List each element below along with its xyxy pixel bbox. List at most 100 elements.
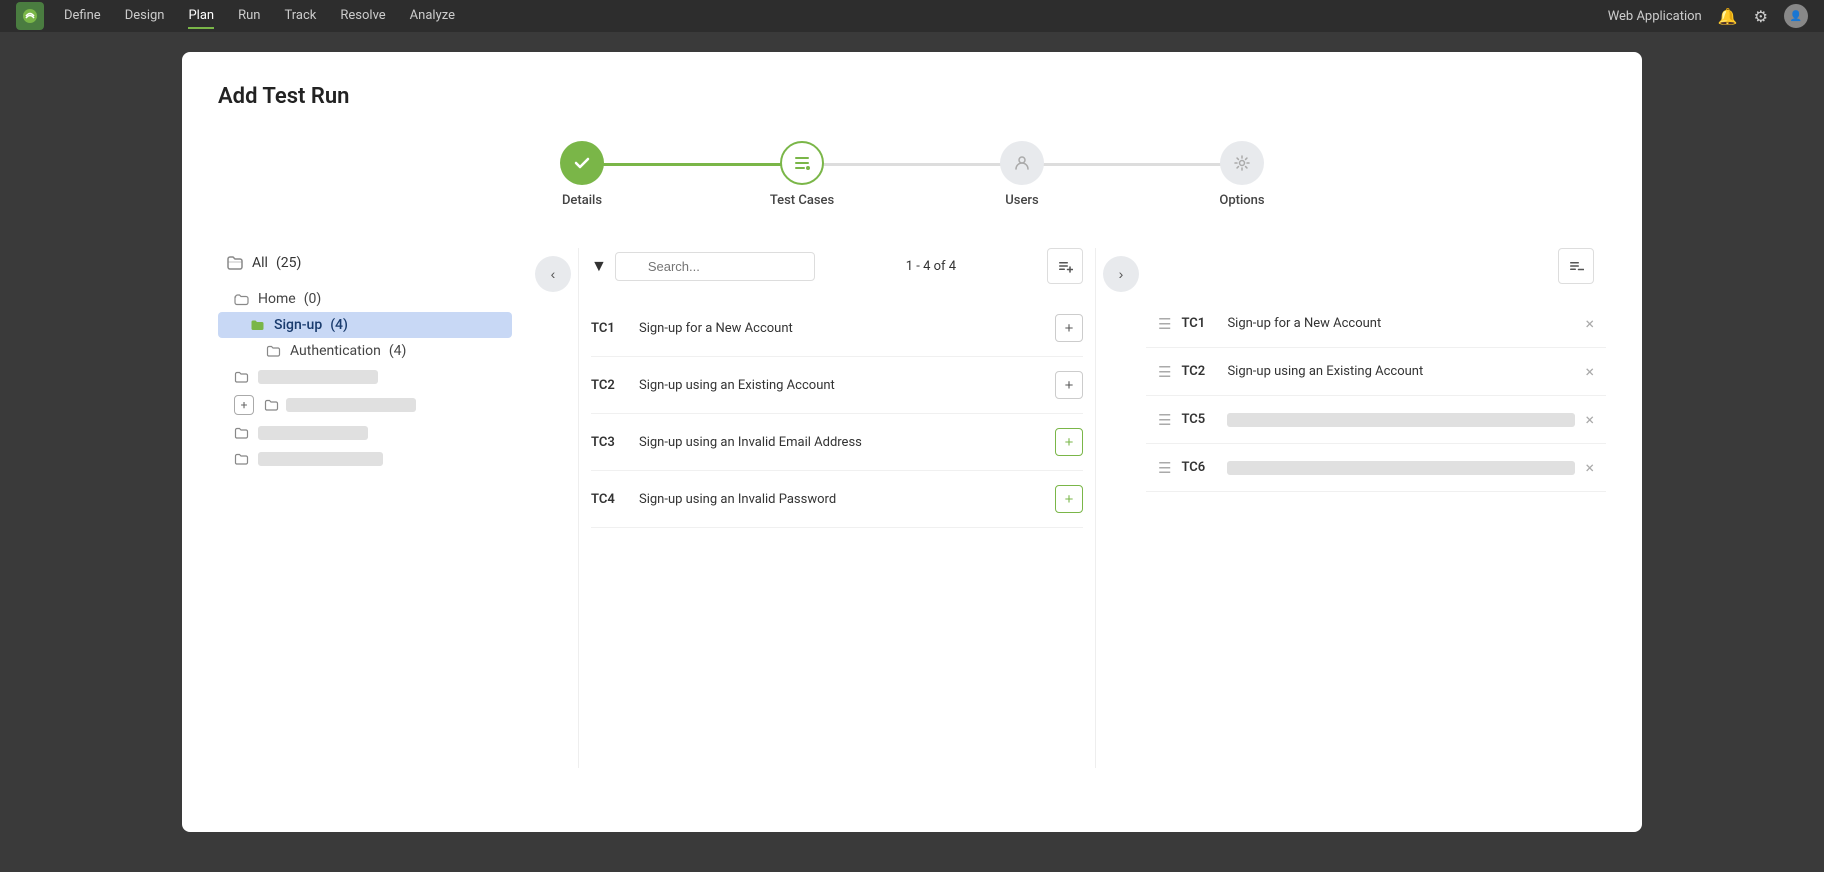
nav-right: Web Application 🔔 ⚙ 👤 xyxy=(1608,4,1808,28)
step-details-label: Details xyxy=(562,193,602,208)
settings-icon[interactable]: ⚙ xyxy=(1754,7,1768,26)
tc-row: TC4 Sign-up using an Invalid Password + xyxy=(591,471,1083,528)
nav-run[interactable]: Run xyxy=(238,4,260,29)
signup-folder-count: (4) xyxy=(330,317,348,333)
selected-row: ☰ TC2 Sign-up using an Existing Account … xyxy=(1146,348,1606,396)
app-logo[interactable] xyxy=(16,2,44,30)
folder-ph3-text xyxy=(258,426,368,440)
auth-folder-count: (4) xyxy=(389,343,407,359)
remove-tc6-button[interactable]: × xyxy=(1585,458,1594,477)
folder-tree-panel: All (25) Home (0) xyxy=(218,248,528,768)
step-test-cases-circle[interactable] xyxy=(780,141,824,185)
nav-arrows: ‹ xyxy=(528,248,578,768)
tc-row: TC3 Sign-up using an Invalid Email Addre… xyxy=(591,414,1083,471)
all-folders-item[interactable]: All (25) xyxy=(218,248,512,278)
nav-resolve[interactable]: Resolve xyxy=(340,4,385,29)
home-folder-count: (0) xyxy=(304,291,322,307)
folder-auth-icon xyxy=(266,343,282,359)
step-options-label: Options xyxy=(1219,193,1264,208)
selected-tc1-name: Sign-up for a New Account xyxy=(1227,316,1575,331)
step-options: Options xyxy=(1132,141,1352,208)
folder-icon xyxy=(226,254,244,272)
remove-tc2-button[interactable]: × xyxy=(1585,362,1594,381)
center-toolbar: ▼ 🔍 1 - 4 of 4 xyxy=(579,248,1095,300)
prev-arrow-button[interactable]: ‹ xyxy=(535,256,571,292)
content-area: All (25) Home (0) xyxy=(218,248,1606,768)
drag-handle-6[interactable]: ☰ xyxy=(1158,459,1171,477)
nav-define[interactable]: Define xyxy=(64,4,101,29)
selected-panel-header xyxy=(1146,248,1606,300)
folder-home-icon xyxy=(234,291,250,307)
selected-row: ☰ TC6 × xyxy=(1146,444,1606,492)
nav-analyze[interactable]: Analyze xyxy=(410,4,455,29)
home-folder-label: Home xyxy=(258,291,296,307)
tc4-id: TC4 xyxy=(591,492,627,507)
selected-panel: ☰ TC1 Sign-up for a New Account × ☰ TC2 … xyxy=(1146,248,1606,768)
folder-ph3-icon xyxy=(234,425,250,441)
add-all-icon xyxy=(1057,258,1073,274)
step-users: Users xyxy=(912,141,1132,208)
tc-row: TC1 Sign-up for a New Account + xyxy=(591,300,1083,357)
selected-row: ☰ TC5 × xyxy=(1146,396,1606,444)
selected-tc2-name: Sign-up using an Existing Account xyxy=(1227,364,1575,379)
drag-handle-5[interactable]: ☰ xyxy=(1158,411,1171,429)
tc4-add-button[interactable]: + xyxy=(1055,485,1083,513)
remove-all-button[interactable] xyxy=(1558,248,1594,284)
selected-row: ☰ TC1 Sign-up for a New Account × xyxy=(1146,300,1606,348)
dialog: Add Test Run Details xyxy=(182,52,1642,832)
remove-all-icon xyxy=(1568,258,1584,274)
signup-folder-item[interactable]: Sign-up (4) xyxy=(218,312,512,338)
search-input[interactable] xyxy=(615,252,815,281)
auth-folder-item[interactable]: Authentication (4) xyxy=(218,338,512,364)
step-details-circle[interactable] xyxy=(560,141,604,185)
home-folder-item[interactable]: Home (0) xyxy=(218,286,512,312)
dialog-title: Add Test Run xyxy=(218,84,1606,109)
drag-handle-2[interactable]: ☰ xyxy=(1158,363,1171,381)
selected-tc6-id: TC6 xyxy=(1181,460,1217,475)
folder-list: Home (0) Sign-up (4) xyxy=(218,286,512,472)
tc1-add-button[interactable]: + xyxy=(1055,314,1083,342)
nav-plan[interactable]: Plan xyxy=(188,4,214,29)
tc1-name: Sign-up for a New Account xyxy=(639,321,1043,336)
step-test-cases-label: Test Cases xyxy=(770,193,834,208)
selected-tc6-placeholder xyxy=(1227,461,1575,475)
placeholder-folder-1[interactable] xyxy=(218,364,512,390)
remove-tc1-button[interactable]: × xyxy=(1585,314,1594,333)
folder-ph2-text xyxy=(286,398,416,412)
step-options-circle[interactable] xyxy=(1220,141,1264,185)
drag-handle-1[interactable]: ☰ xyxy=(1158,315,1171,333)
notification-icon[interactable]: 🔔 xyxy=(1718,7,1738,26)
tc2-name: Sign-up using an Existing Account xyxy=(639,378,1043,393)
folder-ph1-icon xyxy=(234,369,250,385)
nav-track[interactable]: Track xyxy=(284,4,316,29)
all-folders-count: (25) xyxy=(276,255,301,271)
tc3-id: TC3 xyxy=(591,435,627,450)
signup-folder-label: Sign-up xyxy=(274,317,322,333)
avatar[interactable]: 👤 xyxy=(1784,4,1808,28)
placeholder-folder-4[interactable] xyxy=(218,446,512,472)
step-users-label: Users xyxy=(1005,193,1038,208)
add-all-button[interactable] xyxy=(1047,248,1083,284)
selected-tc1-id: TC1 xyxy=(1181,316,1217,331)
nav-design[interactable]: Design xyxy=(125,4,165,29)
placeholder-folder-2-row: + xyxy=(218,390,512,420)
project-label: Web Application xyxy=(1608,9,1702,24)
next-arrow-button[interactable]: › xyxy=(1103,256,1139,292)
add-folder-button[interactable]: + xyxy=(234,395,254,415)
tc3-add-button[interactable]: + xyxy=(1055,428,1083,456)
nav-items: Define Design Plan Run Track Resolve Ana… xyxy=(64,4,1608,29)
tc2-add-button[interactable]: + xyxy=(1055,371,1083,399)
selected-tc5-placeholder xyxy=(1227,413,1575,427)
folder-ph1-text xyxy=(258,370,378,384)
folder-ph4-icon xyxy=(234,451,250,467)
tc3-name: Sign-up using an Invalid Email Address xyxy=(639,435,1043,450)
remove-tc5-button[interactable]: × xyxy=(1585,410,1594,429)
step-details: Details xyxy=(472,141,692,208)
folder-signup-icon xyxy=(250,317,266,333)
selected-tc2-id: TC2 xyxy=(1181,364,1217,379)
placeholder-folder-3[interactable] xyxy=(218,420,512,446)
filter-icon[interactable]: ▼ xyxy=(591,256,607,276)
step-users-circle[interactable] xyxy=(1000,141,1044,185)
test-cases-panel: ▼ 🔍 1 - 4 of 4 xyxy=(578,248,1096,768)
folder-ph2-icon xyxy=(264,397,280,413)
